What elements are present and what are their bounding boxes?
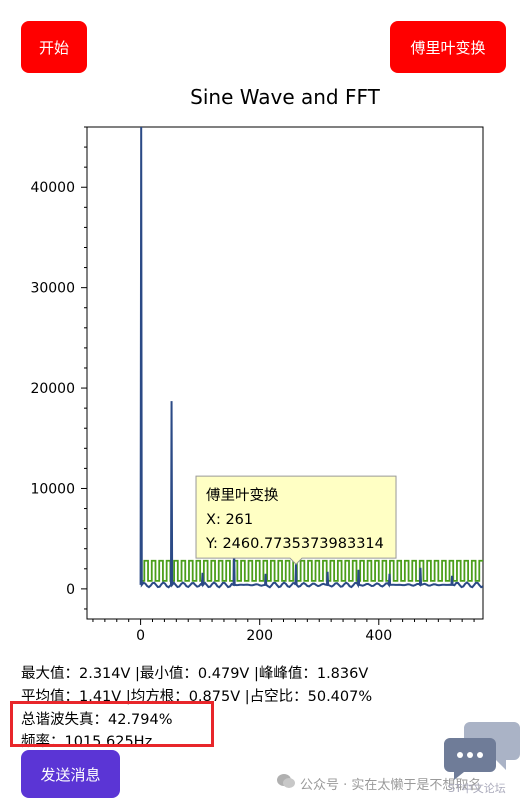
x-tick-label: 400 [365, 628, 392, 640]
square-wave-series [140, 559, 483, 582]
sine-fft-chart: Sine Wave and FFT 0 200 400 0 10000 20000 3000… [30, 85, 484, 640]
start-button[interactable]: 开始 [21, 21, 87, 73]
y-tick-label: 40000 [30, 180, 75, 196]
x-tick-label: 200 [246, 628, 273, 640]
stats-max-min-pp: 最大值：2.314V |最小值：0.479V |峰峰值：1.836V [21, 666, 369, 682]
y-tick-label: 0 [66, 582, 75, 598]
y-tick-label: 10000 [30, 481, 75, 497]
highlight-box [10, 701, 214, 747]
y-tick-label: 30000 [30, 281, 75, 297]
tooltip-x: X: 261 [206, 512, 253, 528]
chat-bubble-icon [444, 722, 520, 780]
y-tick-label: 20000 [30, 381, 75, 397]
x-tick-label: 0 [136, 628, 145, 640]
watermark-corner-text: ST中文论坛 [448, 782, 506, 795]
tooltip-y: Y: 2460.7735373983314 [205, 536, 384, 552]
chart-title: Sine Wave and FFT [190, 85, 380, 109]
send-message-button[interactable]: 发送消息 [21, 750, 120, 798]
wechat-icon [277, 774, 295, 788]
fft-button[interactable]: 傅里叶变换 [390, 21, 506, 73]
tooltip-title: 傅里叶变换 [206, 487, 279, 504]
